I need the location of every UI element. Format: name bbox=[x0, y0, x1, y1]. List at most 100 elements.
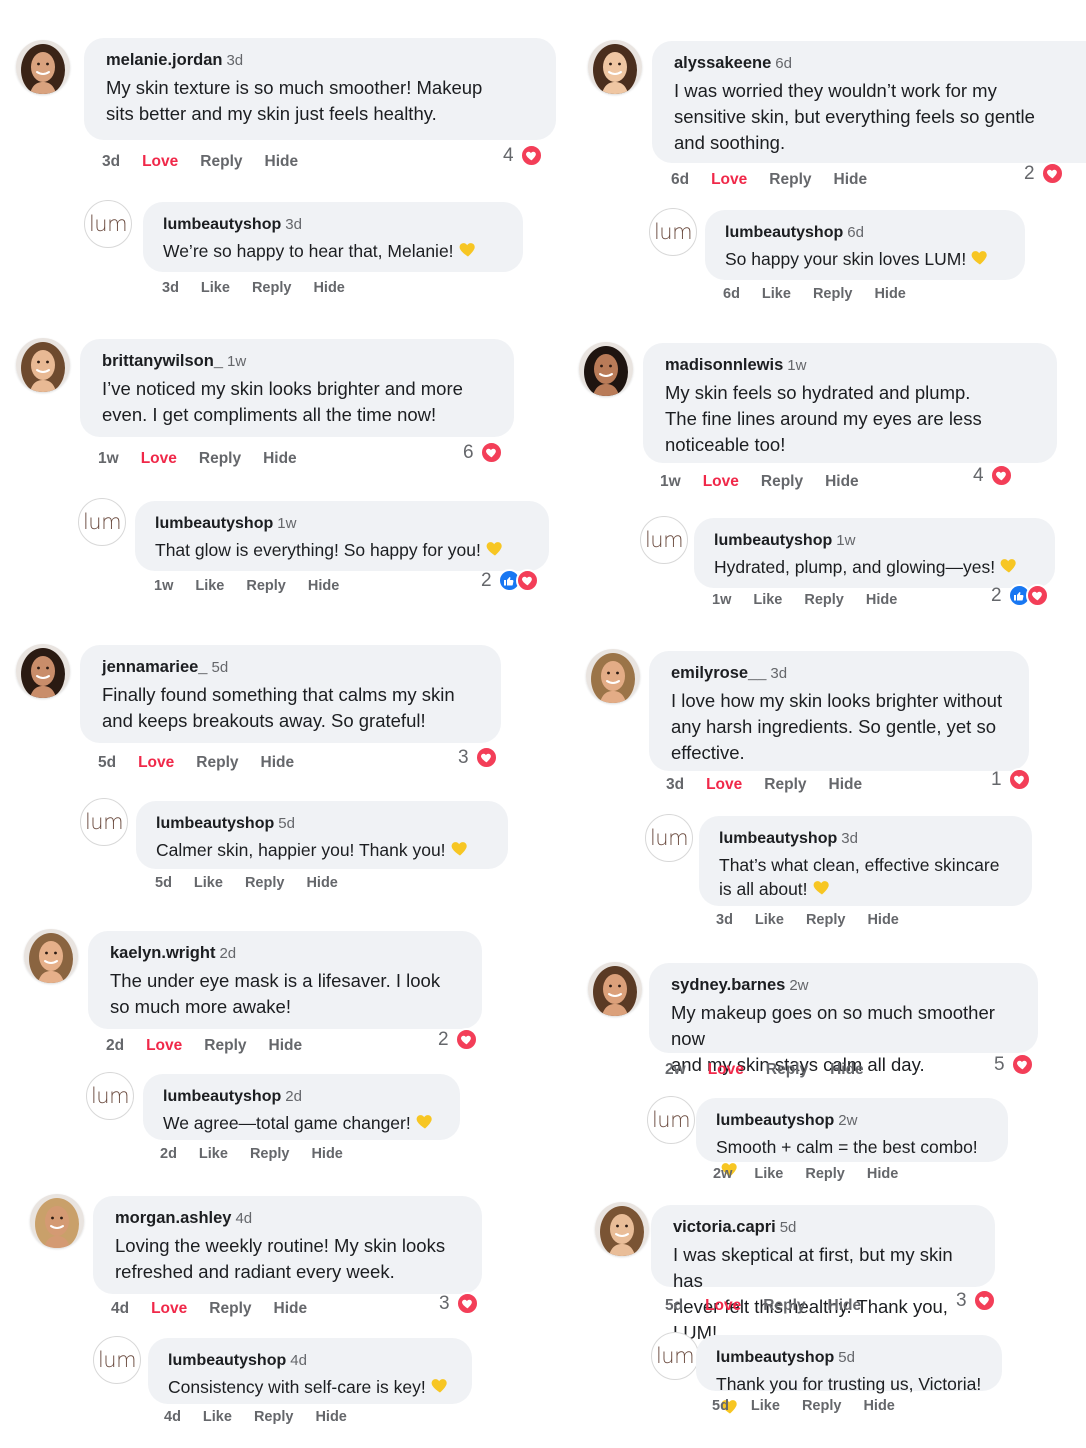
reply-button[interactable]: Reply bbox=[204, 1037, 246, 1054]
avatar[interactable] bbox=[16, 40, 70, 94]
username-link[interactable]: lumbeautyshop bbox=[156, 815, 274, 832]
avatar[interactable] bbox=[16, 338, 70, 392]
like-button[interactable]: Like bbox=[762, 286, 791, 302]
hide-button[interactable]: Hide bbox=[265, 153, 299, 170]
like-button[interactable]: Like bbox=[753, 592, 782, 608]
love-button[interactable]: Love bbox=[711, 171, 747, 188]
hide-button[interactable]: Hide bbox=[306, 875, 337, 891]
username-link[interactable]: madisonnlewis bbox=[665, 356, 783, 374]
username-link[interactable]: lumbeautyshop bbox=[168, 1352, 286, 1369]
username-link[interactable]: melanie.jordan bbox=[106, 51, 222, 69]
avatar[interactable] bbox=[588, 40, 642, 94]
reply-button[interactable]: Reply bbox=[250, 1146, 290, 1162]
lum-brand-logo[interactable]: lum bbox=[647, 1096, 695, 1144]
reply-button[interactable]: Reply bbox=[769, 171, 811, 188]
like-button[interactable]: Like bbox=[754, 1166, 783, 1182]
lum-brand-logo[interactable]: lum bbox=[640, 516, 688, 564]
hide-button[interactable]: Hide bbox=[866, 592, 897, 608]
love-button[interactable]: Love bbox=[703, 473, 739, 490]
avatar[interactable] bbox=[586, 649, 640, 703]
reaction-summary[interactable]: 3 bbox=[439, 1292, 479, 1315]
username-link[interactable]: victoria.capri bbox=[673, 1218, 776, 1236]
reply-button[interactable]: Reply bbox=[806, 912, 846, 928]
reaction-summary[interactable]: 4 bbox=[503, 144, 543, 167]
reaction-summary[interactable]: 3 bbox=[458, 746, 498, 769]
hide-button[interactable]: Hide bbox=[315, 1409, 346, 1425]
username-link[interactable]: lumbeautyshop bbox=[163, 1088, 281, 1105]
love-button[interactable]: Love bbox=[146, 1037, 182, 1054]
love-button[interactable]: Love bbox=[705, 1297, 741, 1314]
lum-brand-logo[interactable]: lum bbox=[645, 814, 693, 862]
reply-button[interactable]: Reply bbox=[245, 875, 285, 891]
lum-brand-logo[interactable]: lum bbox=[649, 208, 697, 256]
username-link[interactable]: sydney.barnes bbox=[671, 976, 785, 994]
hide-button[interactable]: Hide bbox=[834, 171, 868, 188]
reaction-summary[interactable]: 6 bbox=[463, 441, 503, 464]
avatar[interactable] bbox=[595, 1202, 649, 1256]
reaction-summary[interactable]: 2 bbox=[438, 1028, 478, 1051]
avatar[interactable] bbox=[30, 1194, 84, 1248]
love-button[interactable]: Love bbox=[142, 153, 178, 170]
reply-button[interactable]: Reply bbox=[252, 280, 292, 296]
hide-button[interactable]: Hide bbox=[311, 1146, 342, 1162]
reply-button[interactable]: Reply bbox=[254, 1409, 294, 1425]
love-button[interactable]: Love bbox=[706, 776, 742, 793]
hide-button[interactable]: Hide bbox=[825, 473, 859, 490]
username-link[interactable]: lumbeautyshop bbox=[714, 532, 832, 549]
avatar[interactable] bbox=[588, 962, 642, 1016]
like-button[interactable]: Like bbox=[199, 1146, 228, 1162]
reply-button[interactable]: Reply bbox=[766, 1061, 808, 1078]
reaction-summary[interactable]: 4 bbox=[973, 464, 1013, 487]
username-link[interactable]: lumbeautyshop bbox=[155, 515, 273, 532]
hide-button[interactable]: Hide bbox=[874, 286, 905, 302]
reply-button[interactable]: Reply bbox=[804, 592, 844, 608]
hide-button[interactable]: Hide bbox=[274, 1300, 308, 1317]
username-link[interactable]: lumbeautyshop bbox=[163, 216, 281, 233]
avatar[interactable] bbox=[24, 929, 78, 983]
like-button[interactable]: Like bbox=[751, 1398, 780, 1414]
hide-button[interactable]: Hide bbox=[867, 1166, 898, 1182]
hide-button[interactable]: Hide bbox=[867, 912, 898, 928]
reply-button[interactable]: Reply bbox=[246, 578, 286, 594]
username-link[interactable]: emilyrose__ bbox=[671, 664, 766, 682]
reply-button[interactable]: Reply bbox=[200, 153, 242, 170]
username-link[interactable]: kaelyn.wright bbox=[110, 944, 215, 962]
hide-button[interactable]: Hide bbox=[261, 754, 295, 771]
reaction-summary[interactable]: 3 bbox=[956, 1289, 996, 1312]
reaction-summary[interactable]: 2 bbox=[481, 569, 539, 592]
username-link[interactable]: lumbeautyshop bbox=[725, 224, 843, 241]
reply-button[interactable]: Reply bbox=[196, 754, 238, 771]
username-link[interactable]: jennamariee_ bbox=[102, 658, 207, 676]
lum-brand-logo[interactable]: lum bbox=[86, 1072, 134, 1120]
username-link[interactable]: alyssakeene bbox=[674, 54, 771, 72]
reply-button[interactable]: Reply bbox=[199, 450, 241, 467]
like-button[interactable]: Like bbox=[201, 280, 230, 296]
hide-button[interactable]: Hide bbox=[263, 450, 297, 467]
hide-button[interactable]: Hide bbox=[269, 1037, 303, 1054]
username-link[interactable]: morgan.ashley bbox=[115, 1209, 231, 1227]
username-link[interactable]: lumbeautyshop bbox=[719, 830, 837, 847]
username-link[interactable]: brittanywilson_ bbox=[102, 352, 223, 370]
reaction-summary[interactable]: 2 bbox=[991, 584, 1049, 607]
lum-brand-logo[interactable]: lum bbox=[93, 1336, 141, 1384]
reply-button[interactable]: Reply bbox=[761, 473, 803, 490]
hide-button[interactable]: Hide bbox=[828, 1297, 862, 1314]
love-button[interactable]: Love bbox=[141, 450, 177, 467]
hide-button[interactable]: Hide bbox=[863, 1398, 894, 1414]
love-button[interactable]: Love bbox=[138, 754, 174, 771]
lum-brand-logo[interactable]: lum bbox=[651, 1332, 699, 1380]
love-button[interactable]: Love bbox=[151, 1300, 187, 1317]
like-button[interactable]: Like bbox=[194, 875, 223, 891]
hide-button[interactable]: Hide bbox=[829, 776, 863, 793]
reaction-summary[interactable]: 5 bbox=[994, 1053, 1034, 1076]
hide-button[interactable]: Hide bbox=[830, 1061, 864, 1078]
reply-button[interactable]: Reply bbox=[805, 1166, 845, 1182]
lum-brand-logo[interactable]: lum bbox=[84, 200, 132, 248]
reply-button[interactable]: Reply bbox=[802, 1398, 842, 1414]
username-link[interactable]: lumbeautyshop bbox=[716, 1349, 834, 1366]
like-button[interactable]: Like bbox=[195, 578, 224, 594]
love-button[interactable]: Love bbox=[708, 1061, 744, 1078]
hide-button[interactable]: Hide bbox=[313, 280, 344, 296]
lum-brand-logo[interactable]: lum bbox=[80, 798, 128, 846]
reply-button[interactable]: Reply bbox=[813, 286, 853, 302]
